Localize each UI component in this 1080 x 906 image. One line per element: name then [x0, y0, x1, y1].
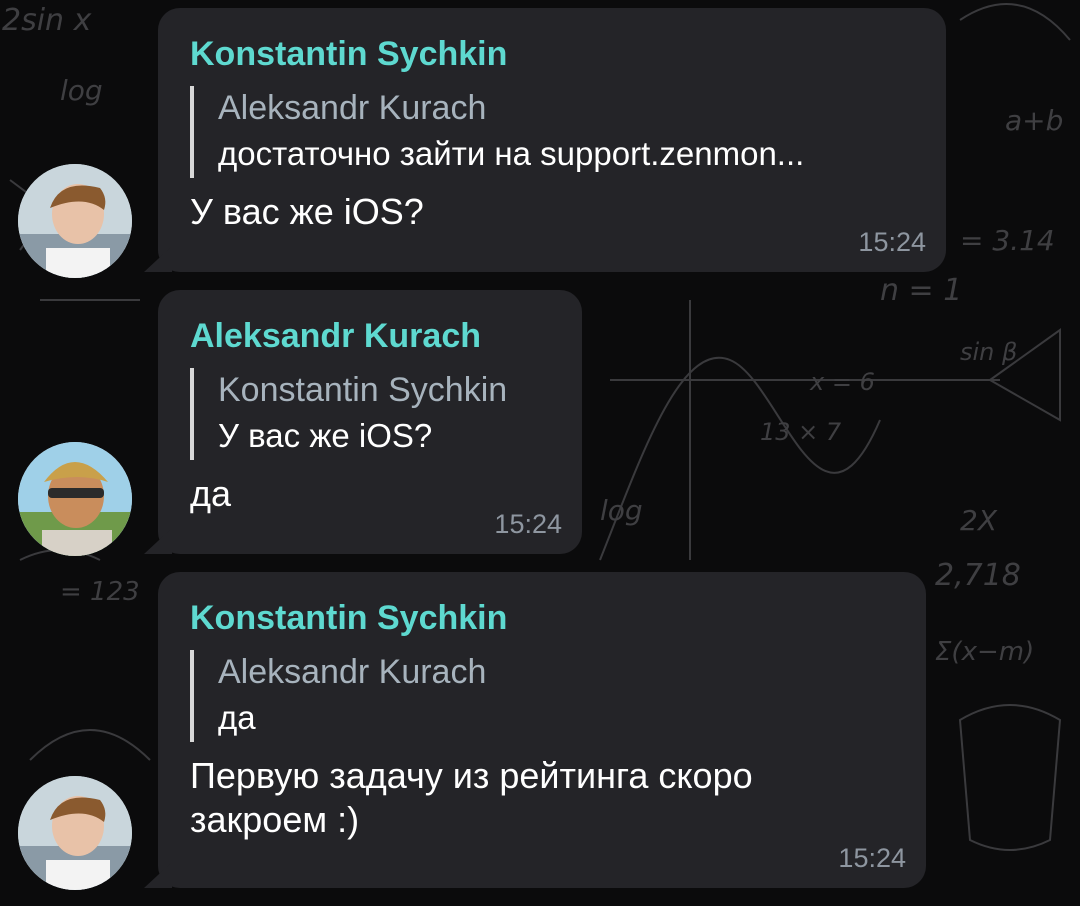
- message-text: Первую задачу из рейтинга скоро закроем …: [190, 755, 753, 840]
- message-bubble[interactable]: Aleksandr Kurach Konstantin Sychkin У ва…: [158, 290, 582, 554]
- reply-sender-name: Aleksandr Kurach: [218, 653, 487, 691]
- sender-name[interactable]: Aleksandr Kurach: [190, 316, 552, 356]
- reply-quote[interactable]: Aleksandr Kurach достаточно зайти на sup…: [190, 86, 916, 178]
- reply-text: да: [218, 699, 256, 736]
- message-item[interactable]: Konstantin Sychkin Aleksandr Kurach да П…: [0, 572, 1080, 892]
- message-item[interactable]: Aleksandr Kurach Konstantin Sychkin У ва…: [0, 290, 1080, 556]
- reply-sender-name: Aleksandr Kurach: [218, 89, 487, 127]
- avatar-aleksandr[interactable]: [18, 442, 132, 556]
- message-time: 15:24: [838, 843, 906, 873]
- sender-name[interactable]: Konstantin Sychkin: [190, 598, 896, 638]
- avatar-konstantin[interactable]: [18, 164, 132, 278]
- avatar-image: [18, 164, 132, 278]
- message-time: 15:24: [494, 509, 562, 539]
- message-bubble[interactable]: Konstantin Sychkin Aleksandr Kurach да П…: [158, 572, 926, 888]
- reply-text: достаточно зайти на support.zenmon...: [218, 135, 805, 172]
- message-item[interactable]: Konstantin Sychkin Aleksandr Kurach дост…: [0, 8, 1080, 278]
- sender-name[interactable]: Konstantin Sychkin: [190, 34, 916, 74]
- message-time: 15:24: [858, 227, 926, 257]
- reply-quote[interactable]: Konstantin Sychkin У вас же iOS?: [190, 368, 552, 460]
- avatar-konstantin[interactable]: [18, 776, 132, 890]
- message-text: У вас же iOS?: [190, 191, 424, 232]
- message-bubble[interactable]: Konstantin Sychkin Aleksandr Kurach дост…: [158, 8, 946, 272]
- reply-sender-name: Konstantin Sychkin: [218, 371, 508, 409]
- avatar-image: [18, 442, 132, 556]
- reply-quote[interactable]: Aleksandr Kurach да: [190, 650, 896, 742]
- avatar-image: [18, 776, 132, 890]
- reply-text: У вас же iOS?: [218, 417, 433, 454]
